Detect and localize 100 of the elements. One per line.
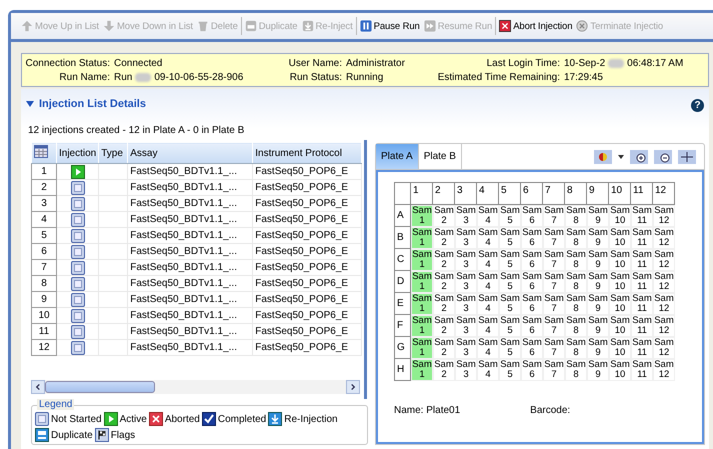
plate-well[interactable]: Sam 9 (587, 293, 609, 315)
plate-well[interactable]: Sam 2 (433, 205, 455, 227)
plate-well[interactable]: Sam 5 (499, 249, 521, 271)
plate-well[interactable]: Sam 11 (631, 249, 653, 271)
plate-well[interactable]: Sam 1 (411, 293, 433, 315)
plate-well[interactable]: Sam 3 (455, 205, 477, 227)
plate-well[interactable]: Sam 11 (631, 227, 653, 249)
plate-well[interactable]: Sam 4 (477, 315, 499, 337)
plate-well[interactable]: Sam 10 (609, 293, 631, 315)
plate-well[interactable]: Sam 11 (631, 359, 653, 381)
plate-well[interactable]: Sam 9 (587, 271, 609, 293)
plate-well[interactable]: Sam 6 (521, 271, 543, 293)
plate-well[interactable]: Sam 3 (455, 271, 477, 293)
plate-well[interactable]: Sam 12 (653, 359, 675, 381)
plate-well[interactable]: Sam 12 (653, 227, 675, 249)
plate-well[interactable]: Sam 4 (477, 337, 499, 359)
plate-well[interactable]: Sam 1 (411, 359, 433, 381)
column-header[interactable]: Injection (56, 142, 99, 164)
plate-well[interactable]: Sam 6 (521, 205, 543, 227)
plate-well[interactable]: Sam 11 (631, 337, 653, 359)
zoom-in-icon[interactable] (630, 150, 648, 164)
plate-well[interactable]: Sam 1 (411, 337, 433, 359)
plate-well[interactable]: Sam 11 (631, 271, 653, 293)
plate-well[interactable]: Sam 4 (477, 249, 499, 271)
help-button[interactable]: ? (691, 99, 704, 112)
plate-tab[interactable]: Plate A (376, 144, 419, 169)
plate-well[interactable]: Sam 2 (433, 271, 455, 293)
plate-well[interactable]: Sam 11 (631, 293, 653, 315)
plate-well[interactable]: Sam 5 (499, 293, 521, 315)
plate-well[interactable]: Sam 7 (543, 271, 565, 293)
plate-well[interactable]: Sam 10 (609, 249, 631, 271)
plate-well[interactable]: Sam 2 (433, 359, 455, 381)
plate-well[interactable]: Sam 7 (543, 249, 565, 271)
plate-well[interactable]: Sam 5 (499, 315, 521, 337)
plate-well[interactable]: Sam 9 (587, 359, 609, 381)
section-header[interactable]: Injection List Details (26, 98, 146, 110)
plate-well[interactable]: Sam 4 (477, 271, 499, 293)
scroll-right-icon[interactable] (346, 380, 360, 394)
plate-well[interactable]: Sam 4 (477, 205, 499, 227)
plate-well[interactable]: Sam 8 (565, 249, 587, 271)
plate-well[interactable]: Sam 12 (653, 315, 675, 337)
plate-well[interactable]: Sam 8 (565, 205, 587, 227)
plate-well[interactable]: Sam 12 (653, 293, 675, 315)
plate-well[interactable]: Sam 6 (521, 359, 543, 381)
scroll-left-icon[interactable] (31, 380, 45, 394)
plate-well[interactable]: Sam 2 (433, 249, 455, 271)
plate-well[interactable]: Sam 8 (565, 227, 587, 249)
plate-well[interactable]: Sam 5 (499, 359, 521, 381)
column-header[interactable]: Assay (128, 142, 253, 164)
plate-well[interactable]: Sam 7 (543, 293, 565, 315)
toolbar-button[interactable]: Pause Run (358, 20, 422, 32)
plate-well[interactable]: Sam 6 (521, 227, 543, 249)
plate-well[interactable]: Sam 5 (499, 271, 521, 293)
plate-well[interactable]: Sam 8 (565, 293, 587, 315)
plate-well[interactable]: Sam 3 (455, 249, 477, 271)
plate-well[interactable]: Sam 11 (631, 315, 653, 337)
plate-well[interactable]: Sam 5 (499, 205, 521, 227)
plate-well[interactable]: Sam 3 (455, 359, 477, 381)
plate-well[interactable]: Sam 4 (477, 359, 499, 381)
plate-well[interactable]: Sam 6 (521, 293, 543, 315)
plate-well[interactable]: Sam 9 (587, 337, 609, 359)
plate-well[interactable]: Sam 7 (543, 205, 565, 227)
plate-well[interactable]: Sam 8 (565, 359, 587, 381)
plate-well[interactable]: Sam 9 (587, 227, 609, 249)
plate-well[interactable]: Sam 1 (411, 227, 433, 249)
plate-well[interactable]: Sam 3 (455, 315, 477, 337)
zoom-out-icon[interactable] (654, 150, 672, 164)
plate-well[interactable]: Sam 3 (455, 227, 477, 249)
plate-well[interactable]: Sam 1 (411, 271, 433, 293)
dropdown-caret-icon[interactable] (618, 154, 624, 158)
color-palette-icon[interactable] (594, 150, 612, 164)
plate-well[interactable]: Sam 10 (609, 271, 631, 293)
plate-well[interactable]: Sam 11 (631, 205, 653, 227)
plate-well[interactable]: Sam 3 (455, 293, 477, 315)
plate-well[interactable]: Sam 2 (433, 337, 455, 359)
plate-well[interactable]: Sam 7 (543, 359, 565, 381)
plate-well[interactable]: Sam 6 (521, 249, 543, 271)
plate-well[interactable]: Sam 5 (499, 227, 521, 249)
toolbar-button[interactable]: Abort Injection (497, 20, 574, 32)
plate-well[interactable]: Sam 7 (543, 315, 565, 337)
horizontal-scrollbar[interactable] (31, 380, 360, 394)
plate-well[interactable]: Sam 5 (499, 337, 521, 359)
plate-well[interactable]: Sam 10 (609, 227, 631, 249)
plate-well[interactable]: Sam 1 (411, 205, 433, 227)
plate-well[interactable]: Sam 10 (609, 205, 631, 227)
plate-well[interactable]: Sam 9 (587, 249, 609, 271)
plate-well[interactable]: Sam 9 (587, 205, 609, 227)
plate-well[interactable]: Sam 8 (565, 271, 587, 293)
plate-well[interactable]: Sam 8 (565, 337, 587, 359)
plate-well[interactable]: Sam 10 (609, 315, 631, 337)
plate-well[interactable]: Sam 2 (433, 315, 455, 337)
plate-well[interactable]: Sam 12 (653, 337, 675, 359)
plate-well[interactable]: Sam 7 (543, 337, 565, 359)
plate-well[interactable]: Sam 8 (565, 315, 587, 337)
plate-well[interactable]: Sam 12 (653, 271, 675, 293)
plate-tab[interactable]: Plate B (418, 144, 462, 169)
plate-well[interactable]: Sam 9 (587, 315, 609, 337)
plate-well[interactable]: Sam 1 (411, 249, 433, 271)
plate-well[interactable]: Sam 10 (609, 337, 631, 359)
plate-well[interactable]: Sam 12 (653, 205, 675, 227)
